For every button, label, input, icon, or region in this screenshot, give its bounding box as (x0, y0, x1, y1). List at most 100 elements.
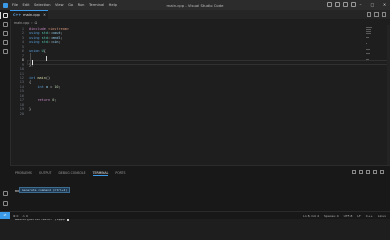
status-bar: ⇌ ⊗ 0 ⚠ 0 Ln 8, Col 4 Spaces: 4 UTF-8 LF… (0, 211, 390, 219)
line-number: 14 (19, 84, 24, 89)
line-number: 18 (19, 102, 24, 107)
code-line[interactable]: int a = 10; (29, 85, 60, 89)
warnings-count[interactable]: ⚠ 0 (22, 214, 28, 218)
code-line[interactable]: using std::endl; (29, 36, 63, 40)
menu-go[interactable]: Go (68, 3, 73, 7)
status-left: ⊗ 0 ⚠ 0 (13, 214, 28, 218)
tab-problems[interactable]: PROBLEMS (15, 171, 32, 176)
toggle-sidebar-icon[interactable] (327, 2, 332, 7)
tab-label: main.cpp (23, 13, 40, 17)
split-terminal-icon[interactable] (359, 170, 363, 174)
close-panel-icon[interactable] (380, 170, 384, 174)
status-right: Ln 8, Col 4 Spaces: 4 UTF-8 LF C++ Linux (303, 214, 386, 218)
line-number: 6 (21, 49, 24, 54)
line-number: 5 (21, 44, 24, 49)
menu-view[interactable]: View (55, 3, 64, 7)
language-mode[interactable]: C++ (366, 214, 373, 218)
run-file-icon[interactable] (366, 12, 371, 17)
line-ending[interactable]: LF (357, 214, 360, 218)
menu-selection[interactable]: Selection (34, 3, 51, 7)
menu-terminal[interactable]: Terminal (89, 3, 104, 7)
line-number: 9 (21, 62, 24, 67)
platform[interactable]: Linux (378, 214, 386, 218)
mouse-ibeam (46, 55, 47, 61)
tab-output[interactable]: OUTPUT (39, 171, 52, 176)
code-line[interactable]: using std::cin; (29, 40, 61, 44)
title-bar: File Edit Selection View Go Run Terminal… (0, 0, 390, 10)
menu-help[interactable]: Help (109, 3, 117, 7)
tab-main-cpp[interactable]: C++ main.cpp ✕ (10, 10, 48, 19)
text-caret (31, 60, 33, 66)
maximize-panel-icon[interactable] (373, 170, 377, 174)
line-number: 4 (21, 40, 24, 45)
cpp-file-icon: C++ (13, 13, 22, 17)
window-controls: – □ ✕ (358, 2, 387, 7)
menu-edit[interactable]: Edit (23, 3, 30, 7)
menu-run[interactable]: Run (78, 3, 85, 7)
minimap[interactable] (366, 25, 376, 85)
current-line-highlight (27, 60, 390, 65)
explorer-icon[interactable] (2, 13, 8, 18)
line-number: 19 (19, 107, 24, 112)
remote-indicator-icon[interactable]: ⇌ (0, 212, 10, 219)
line-number: 7 (21, 53, 24, 58)
new-terminal-icon[interactable] (352, 170, 356, 174)
run-debug-icon[interactable] (2, 40, 8, 45)
menu-file[interactable]: File (12, 3, 18, 7)
layout-controls (327, 2, 356, 7)
breadcrumb: main.cpp › Ω (14, 20, 38, 25)
indentation[interactable]: Spaces: 4 (324, 214, 339, 218)
code-line[interactable]: return 0; (29, 98, 56, 102)
cursor-position[interactable]: Ln 8, Col 4 (303, 214, 319, 218)
more-actions-icon[interactable] (381, 12, 386, 17)
split-editor-icon[interactable] (374, 12, 379, 17)
source-control-icon[interactable] (2, 31, 8, 36)
kill-terminal-icon[interactable] (366, 170, 370, 174)
breadcrumb-file[interactable]: main.cpp (14, 21, 29, 25)
errors-count[interactable]: ⊗ 0 (13, 214, 18, 218)
code-line[interactable]: int main() (29, 76, 50, 80)
toggle-secondary-sidebar-icon[interactable] (343, 2, 348, 7)
indent-guide (30, 52, 31, 65)
manage-gear-icon[interactable] (2, 201, 8, 206)
line-number: 2 (21, 31, 24, 36)
line-number: 17 (19, 98, 24, 103)
code-editor[interactable]: 1 2 3 4 5 6 7 8 9 10 11 12 13 14 15 16 17 18 19 20 #include… (10, 25, 390, 165)
code-line[interactable]: #include <iostream> (29, 27, 69, 31)
maximize-icon[interactable]: □ (370, 2, 375, 7)
breadcrumb-symbol[interactable]: Ω (35, 21, 38, 25)
minimize-icon[interactable]: – (358, 2, 363, 7)
code-line[interactable]: union U{ (29, 49, 46, 53)
line-number: 20 (19, 111, 24, 116)
line-number: 3 (21, 35, 24, 40)
bottom-panel: PROBLEMS OUTPUT DEBUG CONSOLE TERMINAL P… (10, 165, 390, 221)
tab-ports[interactable]: PORTS (115, 171, 125, 176)
code-line[interactable]: { (29, 80, 31, 84)
editor-actions (366, 12, 386, 17)
search-icon[interactable] (2, 22, 8, 27)
encoding[interactable]: UTF-8 (344, 214, 353, 218)
line-number: 11 (19, 71, 24, 76)
menu-bar: File Edit Selection View Go Run Terminal… (12, 3, 117, 7)
active-indicator (0, 12, 1, 19)
code-line[interactable]: using std::cout; (29, 31, 63, 35)
tab-debug-console[interactable]: DEBUG CONSOLE (59, 171, 86, 176)
line-number: 15 (19, 89, 24, 94)
account-icon[interactable] (2, 191, 8, 196)
panel-tabs: PROBLEMS OUTPUT DEBUG CONSOLE TERMINAL P… (15, 171, 125, 176)
vscode-logo-icon (3, 2, 8, 8)
tab-terminal[interactable]: TERMINAL (92, 171, 109, 176)
line-number: 13 (19, 80, 24, 85)
line-number: 16 (19, 93, 24, 98)
terminal-suggestion-hint[interactable]: Generate command (Ctrl+I) (19, 187, 71, 194)
close-tab-icon[interactable]: ✕ (43, 13, 46, 17)
extensions-icon[interactable] (2, 49, 8, 54)
customize-layout-icon[interactable] (351, 2, 356, 7)
panel-actions (352, 170, 384, 174)
line-number: 10 (19, 67, 24, 72)
code-line[interactable]: } (29, 107, 31, 111)
line-number: 1 (21, 27, 24, 31)
line-number: 8 (21, 58, 24, 63)
close-window-icon[interactable]: ✕ (382, 2, 387, 7)
toggle-panel-icon[interactable] (335, 2, 340, 7)
